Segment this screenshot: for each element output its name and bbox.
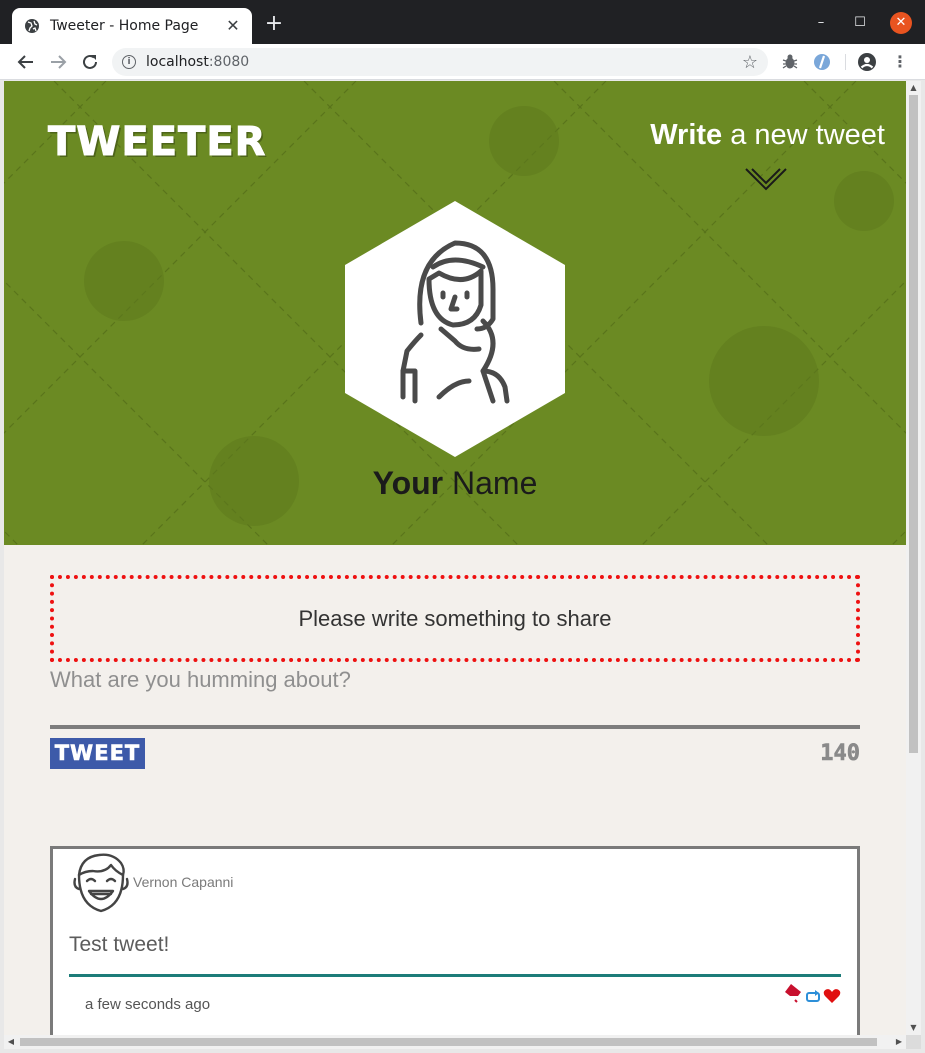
tweet-input[interactable] [50,665,860,727]
tab-close-icon[interactable]: ✕ [224,17,242,35]
profile-icon[interactable] [857,52,877,72]
woman-avatar-icon [345,201,565,457]
compose-toggle-bold: Write [650,119,723,151]
scroll-left-arrow-icon[interactable]: ◀ [4,1035,18,1049]
url-port: :8080 [208,54,250,70]
profile-name-bold: Your [372,465,444,501]
error-message: Please write something to share [298,605,612,631]
address-bar[interactable]: i localhost :8080 ☆ [112,48,768,76]
profile-name-rest: Name [443,465,538,501]
back-arrow-icon[interactable] [14,50,38,74]
toolbar-separator [845,54,846,70]
retweet-icon[interactable] [805,990,821,1004]
star-icon[interactable]: ☆ [742,52,758,73]
window-minimize-button[interactable]: – [811,12,831,34]
brand-logo[interactable]: TWEETER [47,119,266,166]
tweet-submit-button[interactable]: TWEET [50,738,145,769]
globe-icon [25,19,39,33]
laughing-man-avatar-icon [73,853,129,913]
scroll-right-arrow-icon[interactable]: ▶ [892,1035,906,1049]
window-maximize-button[interactable]: ☐ [850,12,870,34]
kebab-menu-icon[interactable]: ⋮ [890,52,910,72]
flag-icon[interactable] [783,982,803,1004]
error-message-box: Please write something to share [50,575,860,662]
page-header: TWEETER Write a new tweet Your Name [4,81,906,545]
vertical-scroll-thumb[interactable] [909,95,918,753]
tweet-divider [69,974,841,977]
horizontal-scroll-thumb[interactable] [20,1038,877,1046]
compose-toggle-label[interactable]: Write a new tweet [650,119,885,152]
page-viewport: TWEETER Write a new tweet Your Name Plea… [4,81,906,1035]
blue-extension-icon[interactable] [812,52,832,72]
forward-arrow-icon[interactable] [46,50,70,74]
new-tab-button[interactable]: + [262,12,286,36]
compose-toggle[interactable]: Write a new tweet [650,119,885,152]
bug-extension-icon[interactable] [780,52,800,72]
scrollbar-corner [906,1035,921,1049]
window-close-button[interactable]: ✕ [890,12,912,34]
info-icon[interactable]: i [122,55,136,69]
input-underline [50,725,860,729]
compose-toggle-rest: a new tweet [722,119,885,151]
tweet-author[interactable]: Vernon Capanni [133,874,233,890]
tab-title: Tweeter - Home Page [50,18,199,34]
browser-titlebar: Tweeter - Home Page ✕ + – ☐ ✕ [0,0,925,44]
url-host: localhost [146,54,209,70]
tweet-timestamp: a few seconds ago [85,996,211,1013]
scroll-down-arrow-icon[interactable]: ▼ [906,1021,921,1035]
heart-icon[interactable] [823,988,841,1004]
profile-name: Your Name [4,465,906,502]
browser-toolbar: i localhost :8080 ☆ ⋮ [0,44,925,80]
tweet-actions [783,982,841,1004]
chevron-down-icon[interactable] [744,165,788,193]
reload-icon[interactable] [78,50,102,74]
tweet-card: Vernon Capanni Test tweet! a few seconds… [50,846,860,1035]
scroll-up-arrow-icon[interactable]: ▲ [906,81,921,95]
character-counter: 140 [820,741,860,767]
horizontal-scrollbar[interactable]: ◀ ▶ [4,1035,906,1049]
vertical-scrollbar[interactable]: ▲ ▼ [906,81,921,1035]
tweet-body: Test tweet! [69,933,170,956]
browser-tab[interactable]: Tweeter - Home Page ✕ [12,8,252,44]
